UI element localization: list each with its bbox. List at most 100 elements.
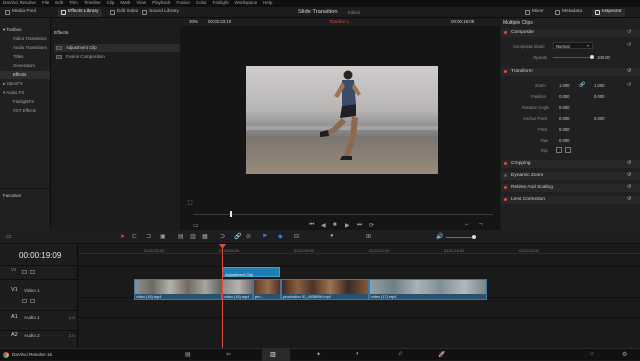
yaw-value[interactable]: 0.000 bbox=[559, 138, 569, 143]
timeline-clip[interactable]: pro... bbox=[253, 279, 281, 300]
track-lock-icon[interactable] bbox=[22, 270, 27, 274]
zoom-out-icon[interactable]: ⊟ bbox=[294, 233, 299, 240]
fairlight-page-icon[interactable]: ♫ bbox=[398, 351, 403, 357]
menu-item[interactable]: File bbox=[42, 1, 49, 6]
color-page-icon[interactable]: ◐ bbox=[356, 351, 360, 357]
tree-item-generators[interactable]: Generators bbox=[13, 63, 35, 68]
track-audio1-name[interactable]: Audio 1 bbox=[24, 315, 40, 321]
menu-item[interactable]: View bbox=[136, 1, 146, 6]
overwrite-clip-icon[interactable]: ▥ bbox=[190, 233, 196, 240]
tree-item-fairlightfx[interactable]: FairlightFX bbox=[13, 99, 34, 104]
reset-icon[interactable]: ↺ bbox=[627, 82, 631, 88]
flip-vertical-icon[interactable] bbox=[565, 147, 571, 153]
section-enabled-dot[interactable] bbox=[504, 174, 507, 177]
section-enabled-dot[interactable] bbox=[504, 186, 507, 189]
link-icon[interactable]: 🔗 bbox=[579, 82, 585, 88]
blade-tool-icon[interactable]: ▣ bbox=[160, 233, 166, 240]
position-y-value[interactable]: 0.000 bbox=[594, 94, 604, 99]
effect-item-fusion-composition[interactable]: Fusion Composition bbox=[54, 53, 180, 61]
reset-icon[interactable]: ↺ bbox=[627, 29, 631, 35]
settings-icon[interactable]: ⚙ bbox=[622, 351, 627, 358]
position-lock-icon[interactable]: ⊘ bbox=[246, 233, 251, 240]
sound-library-button[interactable]: Sound Library bbox=[139, 9, 182, 17]
adjustment-clip[interactable]: Adjustment Clip bbox=[222, 267, 280, 277]
zoom-x-value[interactable]: 1.000 bbox=[559, 83, 569, 88]
dynamic-trim-icon[interactable]: ⊐ bbox=[146, 233, 151, 240]
timeline-clip[interactable]: video (16).mp4 bbox=[222, 279, 253, 300]
fusion-page-icon[interactable]: ✦ bbox=[316, 351, 321, 358]
menu-item[interactable]: Edit bbox=[55, 1, 63, 6]
tree-item-audio-transitions[interactable]: Audio Transitions bbox=[13, 45, 47, 50]
replace-clip-icon[interactable]: ▦ bbox=[202, 233, 208, 240]
tree-item-toolbox[interactable]: ▾ Toolbox bbox=[3, 27, 22, 32]
go-to-start-icon[interactable]: ⏮ bbox=[309, 222, 314, 229]
menu-item[interactable]: Playback bbox=[152, 1, 170, 6]
opacity-slider-handle[interactable] bbox=[590, 55, 594, 59]
track-audio2-name[interactable]: Audio 2 bbox=[24, 333, 40, 339]
insert-clip-icon[interactable]: ▤ bbox=[178, 233, 184, 240]
timeline-ruler[interactable]: 01:00:00:00 01:00:04:00 01:00:08:00 01:0… bbox=[79, 244, 640, 254]
timeline-timecode[interactable]: 00:00:19:09 bbox=[19, 252, 61, 260]
anchor-x-value[interactable]: 0.000 bbox=[559, 116, 569, 121]
snapping-icon[interactable]: ⊃ bbox=[220, 233, 225, 240]
section-enabled-dot[interactable] bbox=[504, 162, 507, 165]
menu-item[interactable]: Mark bbox=[120, 1, 130, 6]
trim-tool-icon[interactable]: ⊏ bbox=[132, 233, 137, 240]
menu-item[interactable]: Timeline bbox=[84, 1, 101, 6]
opacity-value[interactable]: 100.00 bbox=[597, 55, 610, 60]
composite-mode-select[interactable]: Normal ▾ bbox=[553, 42, 593, 49]
tree-item-openfx[interactable]: ▸ OpenFX bbox=[3, 81, 23, 86]
selection-tool-icon[interactable]: ➤ bbox=[120, 233, 125, 240]
menu-item[interactable]: Fusion bbox=[176, 1, 190, 6]
play-reverse-icon[interactable]: ◀ bbox=[321, 222, 326, 229]
reset-icon[interactable]: ↺ bbox=[627, 68, 631, 74]
loop-icon[interactable]: ⟳ bbox=[369, 222, 374, 229]
media-page-icon[interactable]: ▤ bbox=[185, 351, 191, 358]
track-video1-name[interactable]: Video 1 bbox=[24, 288, 40, 294]
cropping-section-header[interactable]: Cropping ↺ bbox=[501, 160, 640, 168]
media-pool-button[interactable]: Media Pool bbox=[2, 9, 39, 17]
tree-item-video-transitions[interactable]: Video Transitions bbox=[13, 36, 47, 41]
menu-item[interactable]: Workspace bbox=[235, 1, 257, 6]
timeline-clip[interactable]: production ID_4438998.mp4 bbox=[281, 279, 369, 300]
tree-item-titles[interactable]: Titles bbox=[13, 54, 23, 59]
pitch-value[interactable]: 0.000 bbox=[559, 127, 569, 132]
volume-slider[interactable] bbox=[446, 237, 474, 238]
reset-icon[interactable]: ↺ bbox=[627, 172, 631, 178]
reset-icon[interactable]: ↺ bbox=[627, 184, 631, 190]
timeline-clip[interactable]: video (16).mp4 bbox=[134, 279, 222, 300]
edit-page-icon[interactable]: ▥ bbox=[270, 351, 276, 358]
timeline-view-icon[interactable]: ▭ bbox=[6, 233, 12, 240]
menu-item[interactable]: Fairlight bbox=[213, 1, 229, 6]
go-to-end-icon[interactable]: ⏭ bbox=[357, 222, 362, 229]
transform-section-header[interactable]: Transform ↺ bbox=[501, 68, 640, 76]
tree-item-effects[interactable]: Effects bbox=[13, 72, 26, 77]
stop-icon[interactable]: ■ bbox=[333, 222, 337, 228]
opacity-slider[interactable] bbox=[553, 57, 591, 58]
speaker-icon[interactable]: 🔊 bbox=[436, 233, 443, 240]
retime-section-header[interactable]: Retime And Scaling ↺ bbox=[501, 184, 640, 192]
timeline-playhead[interactable] bbox=[222, 244, 223, 348]
menu-item[interactable]: Clip bbox=[107, 1, 115, 6]
menu-item[interactable]: Color bbox=[196, 1, 207, 6]
timeline-clip[interactable]: video (17).mp4 bbox=[369, 279, 487, 300]
reset-icon[interactable]: ↺ bbox=[627, 196, 631, 202]
zoom-level[interactable]: 30% bbox=[189, 19, 198, 24]
marker-icon[interactable]: ◆ bbox=[278, 233, 283, 240]
play-icon[interactable]: ▶ bbox=[345, 222, 350, 229]
composite-section-header[interactable]: Composite ↺ bbox=[501, 29, 640, 37]
mark-in-icon[interactable]: ⌐ bbox=[465, 222, 469, 228]
mark-out-icon[interactable]: ¬ bbox=[479, 222, 483, 228]
lens-correction-section-header[interactable]: Lens Correction ↺ bbox=[501, 196, 640, 204]
section-enabled-dot[interactable] bbox=[504, 198, 507, 201]
inspector-button[interactable]: Inspector bbox=[592, 8, 625, 17]
mixer-button[interactable]: Mixer bbox=[522, 9, 547, 17]
tree-item-vst-effects[interactable]: VST Effects bbox=[13, 108, 36, 113]
viewer-options-icon[interactable]: ⛶ bbox=[188, 201, 192, 208]
home-icon[interactable]: ⌂ bbox=[590, 351, 594, 357]
section-enabled-dot[interactable] bbox=[504, 31, 507, 34]
menu-item[interactable]: Trim bbox=[69, 1, 78, 6]
edit-index-button[interactable]: Edit Index bbox=[107, 9, 141, 17]
effect-item-adjustment-clip[interactable]: Adjustment Clip bbox=[54, 44, 180, 52]
timeline-name[interactable]: Timeline 1 bbox=[329, 19, 349, 24]
